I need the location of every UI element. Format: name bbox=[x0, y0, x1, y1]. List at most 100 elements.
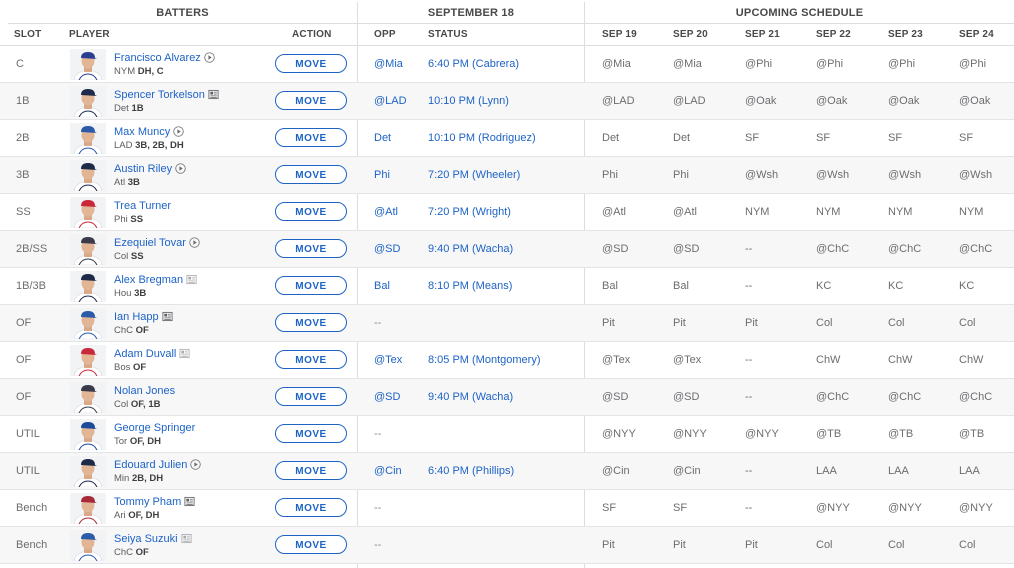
action-column-header[interactable]: ACTION bbox=[292, 24, 332, 46]
date-column-header[interactable]: SEP 20 bbox=[673, 24, 708, 46]
play-circle-icon[interactable] bbox=[175, 163, 186, 174]
player-headshot[interactable] bbox=[70, 530, 106, 561]
move-button[interactable]: MOVE bbox=[275, 54, 347, 73]
player-positions: 1B bbox=[131, 103, 144, 114]
game-status-link[interactable]: 7:20 PM (Wheeler) bbox=[428, 157, 520, 193]
player-name-link[interactable]: Austin Riley bbox=[114, 163, 172, 175]
game-status-link[interactable]: 7:20 PM (Wright) bbox=[428, 194, 511, 230]
move-button[interactable]: MOVE bbox=[275, 276, 347, 295]
game-status-link[interactable]: 6:40 PM (Cabrera) bbox=[428, 46, 519, 82]
play-circle-icon[interactable] bbox=[189, 237, 200, 248]
opp-column-header[interactable]: OPP bbox=[374, 24, 396, 46]
player-name-link[interactable]: Trea Turner bbox=[114, 200, 171, 212]
player-name-link[interactable]: Ian Happ bbox=[114, 311, 159, 323]
player-name-line: Francisco Alvarez bbox=[114, 52, 215, 65]
news-icon[interactable] bbox=[162, 311, 173, 322]
move-button[interactable]: MOVE bbox=[275, 387, 347, 406]
player-name-link[interactable]: Alex Bregman bbox=[114, 274, 183, 286]
player-headshot[interactable] bbox=[70, 197, 106, 228]
move-button[interactable]: MOVE bbox=[275, 498, 347, 517]
move-button[interactable]: MOVE bbox=[275, 202, 347, 221]
move-button[interactable]: MOVE bbox=[275, 239, 347, 258]
opponent-link[interactable]: Phi bbox=[374, 157, 390, 193]
player-name-link[interactable]: Francisco Alvarez bbox=[114, 52, 201, 64]
table-row: Bench Tommy Pham Ari OF, DH MOVE -- SF SF -- @NY… bbox=[0, 490, 1014, 527]
player-team: ChC bbox=[114, 325, 134, 336]
news-light-icon[interactable] bbox=[181, 533, 192, 544]
game-status-link[interactable]: 8:10 PM (Means) bbox=[428, 268, 512, 304]
player-team: Col bbox=[114, 251, 129, 262]
player-name-link[interactable]: Seiya Suzuki bbox=[114, 533, 178, 545]
move-button[interactable]: MOVE bbox=[275, 128, 347, 147]
game-status-link[interactable]: 10:10 PM (Rodriguez) bbox=[428, 120, 536, 156]
player-headshot[interactable] bbox=[70, 49, 106, 80]
schedule-cell: Det bbox=[602, 132, 620, 144]
schedule-cell: @NYY bbox=[959, 502, 993, 514]
player-headshot[interactable] bbox=[70, 308, 106, 339]
schedule-cell: @Phi bbox=[816, 58, 844, 70]
player-positions: OF, DH bbox=[129, 436, 161, 447]
player-headshot[interactable] bbox=[70, 86, 106, 117]
date-column-header[interactable]: SEP 23 bbox=[888, 24, 923, 46]
player-team: Ari bbox=[114, 510, 126, 521]
player-headshot[interactable] bbox=[70, 456, 106, 487]
player-name-link[interactable]: Nolan Jones bbox=[114, 385, 175, 397]
move-button[interactable]: MOVE bbox=[275, 535, 347, 554]
player-headshot[interactable] bbox=[70, 123, 106, 154]
opponent-link[interactable]: @SD bbox=[374, 379, 400, 415]
player-headshot[interactable] bbox=[70, 160, 106, 191]
player-headshot[interactable] bbox=[70, 382, 106, 413]
status-column-header[interactable]: STATUS bbox=[428, 24, 468, 46]
game-status-link[interactable]: 10:10 PM (Lynn) bbox=[428, 83, 509, 119]
news-icon[interactable] bbox=[184, 496, 195, 507]
game-status-link[interactable]: 9:40 PM (Wacha) bbox=[428, 379, 513, 415]
date-column-header[interactable]: SEP 21 bbox=[745, 24, 780, 46]
play-circle-icon[interactable] bbox=[204, 52, 215, 63]
news-light-icon[interactable] bbox=[179, 348, 190, 359]
opponent-link[interactable]: Bal bbox=[374, 268, 390, 304]
opponent-link[interactable]: @Cin bbox=[374, 453, 402, 489]
game-status-link[interactable]: 8:05 PM (Montgomery) bbox=[428, 342, 540, 378]
player-column-header[interactable]: PLAYER bbox=[69, 24, 110, 46]
date-column-header[interactable]: SEP 22 bbox=[816, 24, 851, 46]
schedule-cell: SF bbox=[959, 132, 974, 144]
opponent-link[interactable]: Det bbox=[374, 120, 391, 156]
player-name-link[interactable]: George Springer bbox=[114, 422, 195, 434]
slot-label: 3B bbox=[16, 169, 30, 181]
player-headshot[interactable] bbox=[70, 419, 106, 450]
player-name-link[interactable]: Spencer Torkelson bbox=[114, 89, 205, 101]
player-name-link[interactable]: Max Muncy bbox=[114, 126, 170, 138]
player-headshot[interactable] bbox=[70, 345, 106, 376]
opponent-link[interactable]: @SD bbox=[374, 231, 400, 267]
move-button[interactable]: MOVE bbox=[275, 313, 347, 332]
player-name-link[interactable]: Tommy Pham bbox=[114, 496, 181, 508]
player-headshot[interactable] bbox=[70, 234, 106, 265]
game-status-link[interactable]: 6:40 PM (Phillips) bbox=[428, 453, 514, 489]
player-headshot[interactable] bbox=[70, 493, 106, 524]
player-name-link[interactable]: Adam Duvall bbox=[114, 348, 176, 360]
opponent-link[interactable]: @Mia bbox=[374, 46, 403, 82]
date-column-header[interactable]: SEP 24 bbox=[959, 24, 994, 46]
opponent-link[interactable]: @Atl bbox=[374, 194, 398, 230]
move-button[interactable]: MOVE bbox=[275, 165, 347, 184]
news-light-icon[interactable] bbox=[186, 274, 197, 285]
player-headshot[interactable] bbox=[70, 271, 106, 302]
move-button[interactable]: MOVE bbox=[275, 461, 347, 480]
opponent-link[interactable]: @Tex bbox=[374, 342, 402, 378]
slot-column-header[interactable]: SLOT bbox=[14, 24, 41, 46]
move-button[interactable]: MOVE bbox=[275, 350, 347, 369]
slot-label: OF bbox=[16, 354, 32, 366]
move-button[interactable]: MOVE bbox=[275, 91, 347, 110]
game-status-link[interactable]: 9:40 PM (Wacha) bbox=[428, 231, 513, 267]
player-team: Phi bbox=[114, 214, 128, 225]
date-column-header[interactable]: SEP 19 bbox=[602, 24, 637, 46]
play-circle-icon[interactable] bbox=[190, 459, 202, 470]
player-name-link[interactable]: Ezequiel Tovar bbox=[114, 237, 186, 249]
player-name-link[interactable]: Edouard Julien bbox=[114, 459, 187, 471]
schedule-cell: NYM bbox=[959, 206, 984, 218]
move-button[interactable]: MOVE bbox=[275, 424, 347, 443]
news-icon[interactable] bbox=[208, 89, 219, 100]
play-circle-icon[interactable] bbox=[173, 126, 184, 137]
opponent-link[interactable]: @LAD bbox=[374, 83, 407, 119]
schedule-cell: @SD bbox=[673, 391, 700, 403]
